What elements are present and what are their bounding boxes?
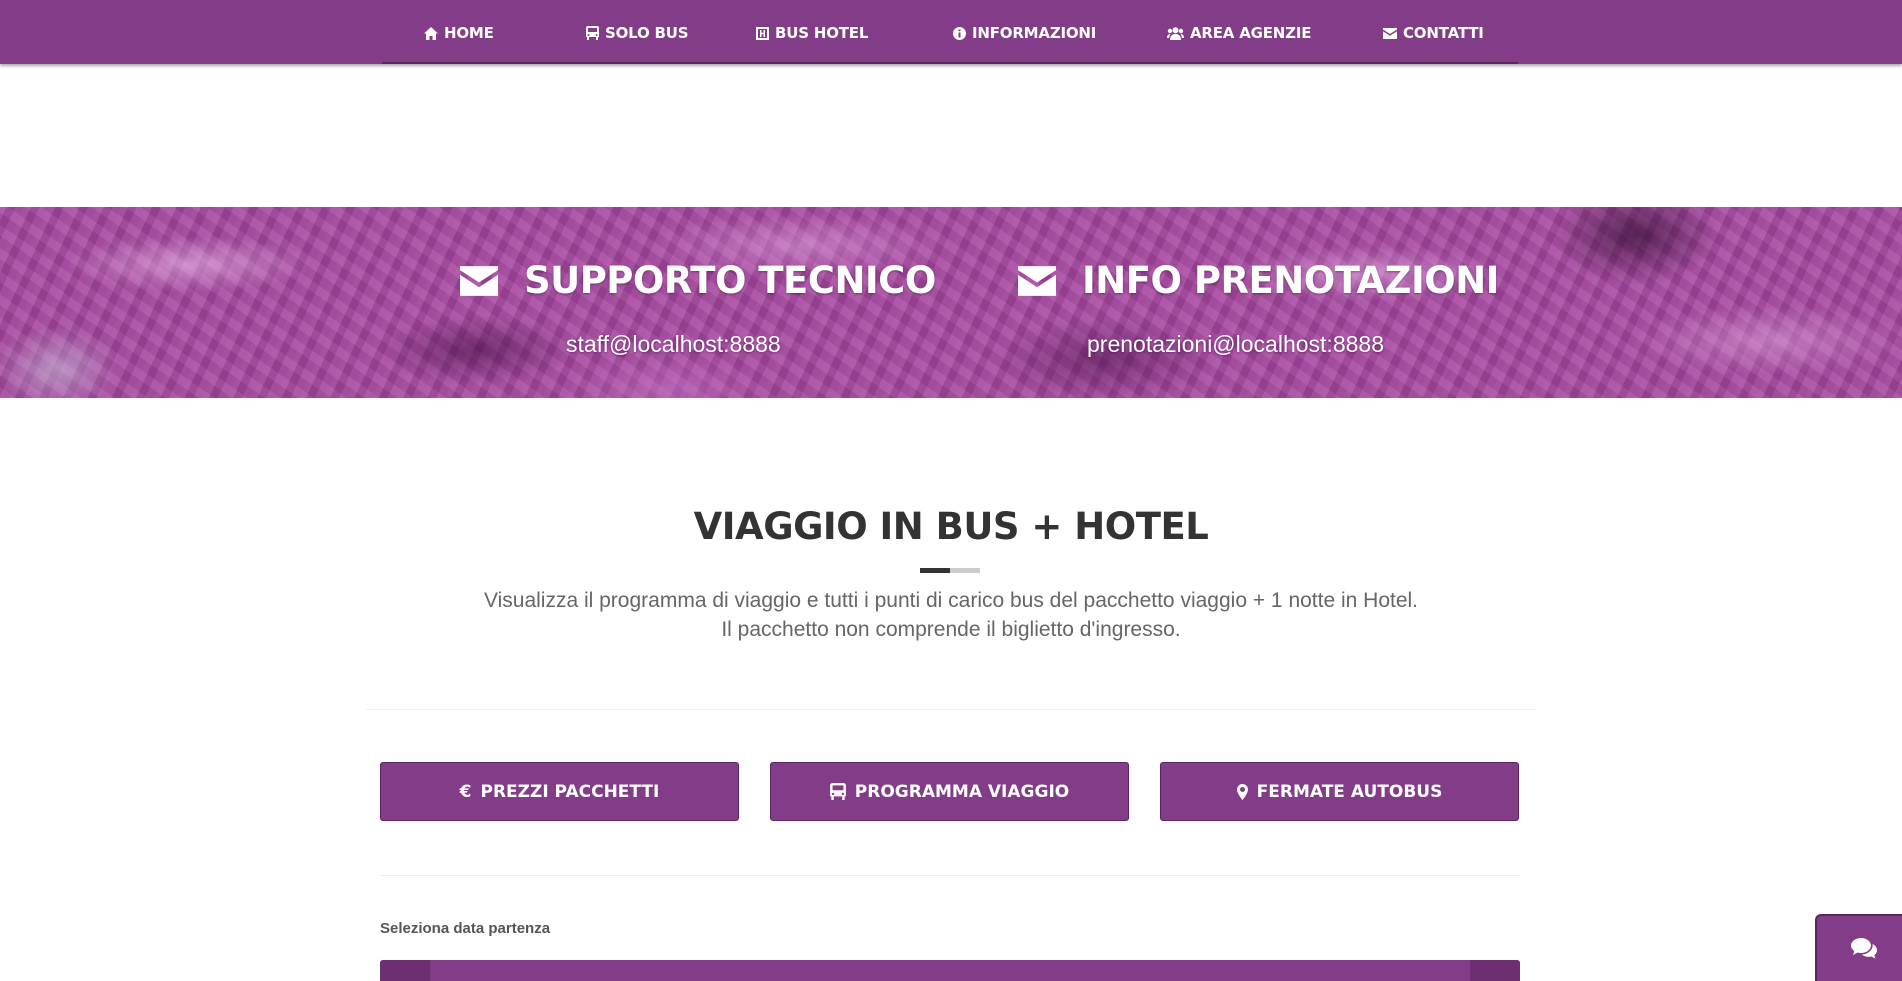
bookings-contact: INFO PRENOTAZIONI prenotazioni@localhost… — [1018, 259, 1499, 357]
title-underline — [920, 568, 980, 573]
fermate-autobus-button[interactable]: FERMATE AUTOBUS — [1160, 762, 1519, 821]
euro-icon: € — [459, 781, 472, 802]
nav-item-label: HOME — [444, 24, 494, 42]
nav-item-label: SOLO BUS — [605, 24, 689, 42]
date-next-button[interactable] — [1470, 960, 1520, 981]
users-icon — [1167, 26, 1184, 40]
map-marker-icon — [1236, 783, 1248, 800]
nav-item-label: AREA AGENZIE — [1190, 24, 1312, 42]
chat-widget-button[interactable] — [1815, 914, 1902, 981]
bookings-title-text: INFO PRENOTAZIONI — [1082, 259, 1499, 302]
button-label: PREZZI PACCHETTI — [480, 781, 660, 802]
envelope-icon — [1383, 27, 1397, 39]
nav-item-informazioni[interactable]: INFORMAZIONI — [953, 22, 1096, 44]
envelope-icon — [460, 265, 498, 296]
button-label: PROGRAMMA VIAGGIO — [854, 781, 1070, 802]
section-title: VIAGGIO IN BUS + HOTEL — [693, 505, 1209, 548]
nav-item-solo-bus[interactable]: SOLO BUS — [586, 22, 689, 44]
top-navbar: HOME SOLO BUS BUS HOTEL INFORMAZIONI ARE… — [0, 0, 1902, 64]
bookings-email-link[interactable]: prenotazioni@localhost:8888 — [1087, 331, 1384, 358]
prezzi-pacchetti-button[interactable]: € PREZZI PACCHETTI — [380, 762, 739, 821]
nav-item-contatti[interactable]: CONTATTI — [1383, 22, 1484, 44]
home-icon — [424, 26, 438, 40]
nav-item-label: CONTATTI — [1403, 24, 1484, 42]
chat-icon — [1850, 938, 1877, 959]
bus-icon — [586, 26, 599, 40]
button-label: FERMATE AUTOBUS — [1256, 781, 1443, 802]
support-email-link[interactable]: staff@localhost:8888 — [566, 331, 781, 358]
hotel-icon — [756, 26, 769, 40]
nav-item-label: INFORMAZIONI — [972, 24, 1097, 42]
info-icon — [953, 26, 966, 40]
support-contact: SUPPORTO TECNICO staff@localhost:8888 — [460, 259, 936, 357]
date-prev-button[interactable] — [380, 960, 430, 981]
buttons-divider — [380, 875, 1520, 876]
envelope-icon — [1018, 265, 1056, 296]
bus-icon — [829, 783, 846, 800]
date-picker-label: Seleziona data partenza — [380, 920, 551, 937]
navbar-divider — [382, 62, 1518, 64]
contact-banner: SUPPORTO TECNICO staff@localhost:8888 IN… — [0, 207, 1902, 398]
section-description-line1: Visualizza il programma di viaggio e tut… — [483, 589, 1419, 612]
nav-item-label: BUS HOTEL — [775, 24, 869, 42]
programma-viaggio-button[interactable]: PROGRAMMA VIAGGIO — [770, 762, 1129, 821]
nav-item-area-agenzie[interactable]: AREA AGENZIE — [1167, 22, 1311, 44]
support-title-text: SUPPORTO TECNICO — [524, 259, 936, 302]
nav-item-bus-hotel[interactable]: BUS HOTEL — [756, 22, 868, 44]
section-description-line2: Il pacchetto non comprende il biglietto … — [721, 618, 1181, 641]
date-picker-bar[interactable] — [380, 960, 1520, 981]
nav-item-home[interactable]: HOME — [424, 22, 494, 44]
support-title: SUPPORTO TECNICO — [460, 259, 936, 302]
bookings-title: INFO PRENOTAZIONI — [1018, 259, 1499, 302]
section-divider — [366, 709, 1536, 710]
